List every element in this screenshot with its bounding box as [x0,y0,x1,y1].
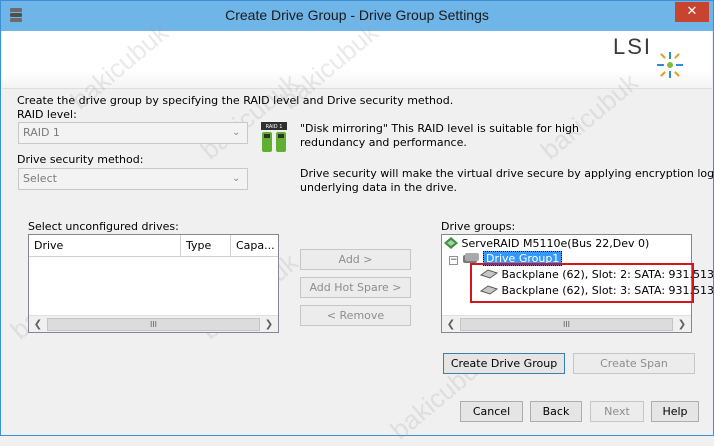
scroll-right-icon[interactable]: ❯ [674,317,690,332]
unconfigured-drives-label: Select unconfigured drives: [28,220,179,233]
add-button[interactable]: Add > [300,249,411,270]
unconfigured-drives-list[interactable]: Drive Type Capa... ❮ III ❯ [28,234,279,333]
column-header-drive[interactable]: Drive [29,235,181,257]
remove-button[interactable]: < Remove [300,305,411,326]
header-banner: LSI [2,31,712,89]
tree-controller-node[interactable]: ServeRAID M5110e(Bus 22,Dev 0) [444,236,649,252]
security-method-select[interactable]: Select ⌄ [18,168,248,190]
scroll-thumb[interactable]: III [47,318,260,331]
scroll-right-icon[interactable]: ❯ [261,317,277,332]
title-bar[interactable]: Create Drive Group - Drive Group Setting… [1,1,713,31]
create-drive-group-button[interactable]: Create Drive Group [443,353,565,374]
security-method-label: Drive security method: [17,153,143,166]
raid-description-line1: "Disk mirroring" This RAID level is suit… [300,122,579,135]
controller-icon [444,237,458,249]
chevron-down-icon: ⌄ [232,127,244,139]
lsi-logo-text: LSI [613,34,652,60]
column-header-capacity[interactable]: Capa... [231,235,278,257]
drive-groups-label: Drive groups: [441,220,515,233]
horizontal-scrollbar[interactable]: ❮ III ❯ [442,315,691,332]
security-method-value: Select [23,172,57,185]
collapse-icon[interactable]: − [449,256,458,265]
raid1-mirror-icon: RAID 1 [260,122,288,154]
window-title: Create Drive Group - Drive Group Setting… [1,7,713,23]
back-button[interactable]: Back [530,401,582,422]
raid-level-value: RAID 1 [23,126,60,139]
cancel-button[interactable]: Cancel [460,401,523,422]
dialog-window: Create Drive Group - Drive Group Setting… [0,0,714,436]
create-span-button[interactable]: Create Span [573,353,695,374]
add-hot-spare-button[interactable]: Add Hot Spare > [300,277,411,298]
scroll-left-icon[interactable]: ❮ [443,317,459,332]
scroll-left-icon[interactable]: ❮ [30,317,46,332]
raid-description-line2: redundancy and performance. [300,136,467,149]
security-description-line1: Drive security will make the virtual dri… [300,167,714,180]
help-button[interactable]: Help [651,401,699,422]
lsi-logo-icon [656,51,684,79]
column-header-type[interactable]: Type [181,235,231,257]
raid-level-select[interactable]: RAID 1 ⌄ [18,122,248,144]
close-button[interactable]: ✕ [675,2,709,22]
next-button[interactable]: Next [590,401,644,422]
controller-name: ServeRAID M5110e(Bus 22,Dev 0) [462,237,650,250]
horizontal-scrollbar[interactable]: ❮ III ❯ [29,315,278,332]
raid-level-label: RAID level: [17,108,77,121]
scroll-thumb[interactable]: III [460,318,673,331]
highlight-box [470,263,694,303]
intro-text: Create the drive group by specifying the… [17,94,453,107]
chevron-down-icon: ⌄ [232,173,244,185]
raid-icon-label: RAID 1 [266,124,283,130]
security-description-line2: underlying data in the drive. [300,181,457,194]
